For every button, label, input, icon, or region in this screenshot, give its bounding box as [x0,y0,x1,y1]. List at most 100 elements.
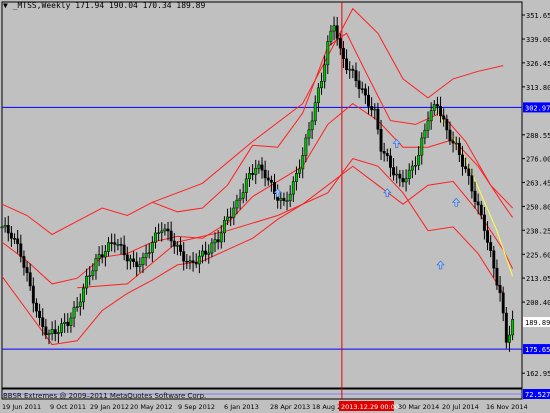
candle-body [72,307,76,319]
candle-body [263,169,267,179]
candle-body [348,68,352,71]
candle-body [332,25,336,32]
y-tick-label: 162.95 [526,370,550,378]
candle-body [508,334,511,343]
candle-body [448,129,452,142]
chart-canvas[interactable]: 351.65 339.00 326.45 313.80 302.97 288.55 276.… [0,0,550,413]
candle-body [144,253,148,258]
candle-body [398,173,402,179]
candle-body [439,105,443,117]
candle-body [229,216,233,219]
candle-body [335,25,339,39]
candle-body [482,214,486,231]
candle-body [35,302,38,312]
candle-body [492,250,496,269]
candle-body [25,267,29,273]
y-tick-label: 189.89 [525,319,550,327]
candle-body [495,267,499,286]
candle-body [185,260,189,263]
candle-body [435,104,439,107]
candle-body [19,243,23,257]
x-tick-label: 20 Jul 2014 [442,403,479,411]
candle-body [429,110,433,122]
candle-body [470,175,474,192]
candle-body [207,252,211,255]
candle-body [163,228,167,232]
candle-body [28,272,32,287]
candle-body [266,177,270,181]
candle-body [451,140,455,144]
candle-body [226,216,229,221]
candle-body [75,306,79,308]
candle-body [414,164,417,167]
y-tick-label: 339.00 [526,36,550,44]
y-tick-label: 238.25 [526,227,550,235]
candle-body [360,88,364,90]
y-tick-label: 302.97 [525,104,550,112]
candle-body [232,207,236,218]
candle-body [354,70,358,81]
candle-body [63,321,67,324]
candle-body [22,256,26,268]
candle-body [392,167,396,176]
candle-body [135,261,139,268]
candle-body [395,173,399,176]
candle-body [479,204,483,216]
candle-body [313,102,317,122]
candle-body [204,250,208,255]
candle-body [238,197,242,201]
candle-body [329,30,333,42]
candle-body [31,285,35,304]
candle-body [179,244,183,252]
candle-body [107,242,110,252]
candle-body [53,329,57,335]
candle-body [501,292,505,314]
candle-body [78,301,82,307]
candle-body [160,230,164,233]
candle-body [191,260,195,263]
candle-body [301,155,305,170]
candle-body [3,225,7,228]
candle-body [50,329,54,334]
x-tick-label: 19 Jun 2011 [2,403,41,411]
y-tick-label: 225.60 [526,251,550,259]
candle-body [38,310,42,318]
candle-body [41,317,45,327]
candle-body [341,47,345,59]
candle-body [310,120,314,131]
candle-body [157,232,161,234]
candle-body [257,164,261,169]
candle-body [138,264,142,268]
candle-body [188,260,192,263]
candle-body [401,177,405,183]
chart[interactable]: 351.65 339.00 326.45 313.80 302.97 288.55 276.… [0,0,550,413]
candle-body [373,108,377,111]
candle-body [175,244,179,247]
candle-body [125,254,129,262]
candle-body [420,137,424,156]
candle-body [388,155,392,168]
plot-area [1,1,523,389]
candle-body [60,323,63,333]
candle-body [116,244,120,246]
candle-body [473,190,477,203]
y-tick-label: 288.55 [526,132,550,140]
candle-body [410,165,414,171]
x-tick-label: 9 Oct 2011 [50,403,86,411]
candle-body [442,115,446,120]
y-tick-label: 313.80 [526,84,550,92]
candle-body [166,228,170,232]
y-tick-label: 276.00 [526,156,550,164]
candle-body [370,106,374,111]
candle-body [417,154,421,166]
y-tick-label: 200.40 [526,299,550,307]
candle-body [69,317,73,326]
candle-body [97,254,101,259]
y-tick-label: 263.45 [526,179,550,187]
candle-body [307,129,311,139]
x-tick-label: 20 May 2012 [130,403,172,411]
candle-body [454,142,458,145]
candle-body [486,230,489,243]
candle-body [219,232,223,243]
candle-body [222,220,226,234]
